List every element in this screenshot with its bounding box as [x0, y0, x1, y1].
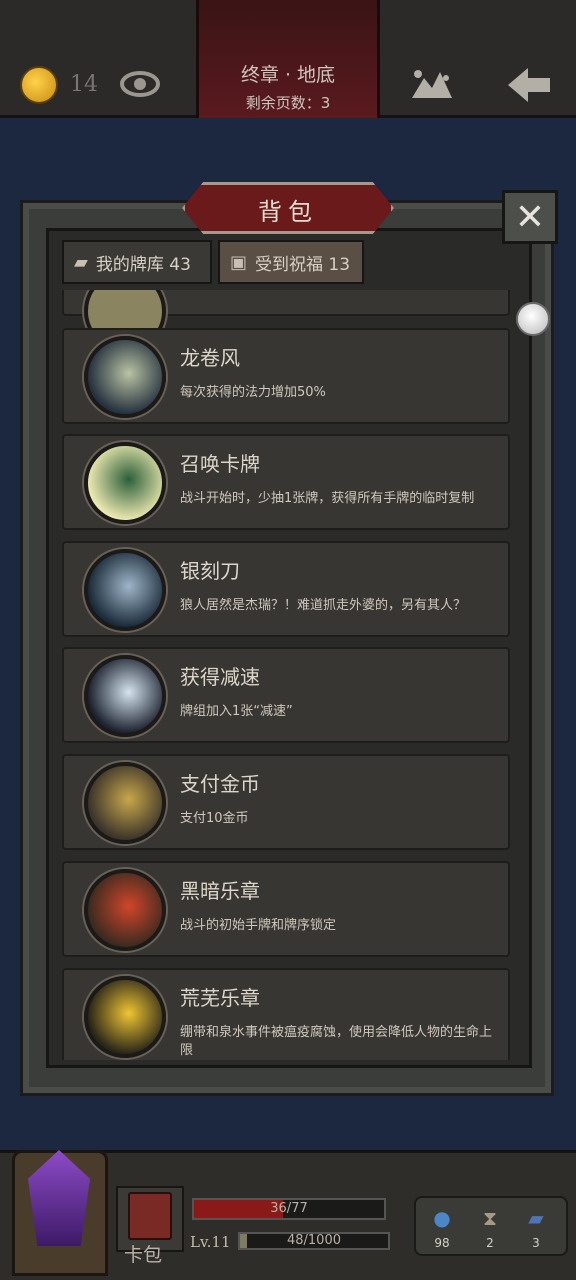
- mana-orb-icon: ●: [433, 1206, 451, 1230]
- coin-count: 14: [70, 72, 98, 97]
- scroll-knob[interactable]: [516, 302, 550, 336]
- slow-clock-icon: [84, 655, 166, 737]
- item-name: 黑暗乐章: [180, 879, 260, 903]
- close-button[interactable]: ✕: [502, 190, 558, 244]
- pages-left: 剩余页数：3: [245, 94, 331, 112]
- item-name: 支付金币: [180, 772, 260, 796]
- item-desc: 战斗开始时，少抽1张牌，获得所有手牌的临时复制: [180, 491, 475, 506]
- blessing-list[interactable]: 龙卷风 每次获得的法力增加50% 召唤卡牌 战斗开始时，少抽1张牌，获得所有手牌…: [62, 290, 512, 1060]
- list-item[interactable]: 黑暗乐章 战斗的初始手牌和牌序锁定: [62, 861, 510, 957]
- list-item[interactable]: [62, 290, 510, 352]
- item-name: 获得减速: [180, 665, 260, 689]
- eye-icon[interactable]: [120, 66, 160, 102]
- item-desc: 支付10金币: [180, 811, 249, 826]
- cards-stat: ▰ 3: [518, 1206, 554, 1250]
- list-item[interactable]: 召唤卡牌 战斗开始时，少抽1张牌，获得所有手牌的临时复制: [62, 434, 510, 530]
- list-item[interactable]: 获得减速 牌组加入1张“减速”: [62, 647, 510, 743]
- item-desc: 战斗的初始手牌和牌序锁定: [180, 918, 337, 933]
- health-text: 36/77: [270, 1201, 308, 1216]
- dark-movement-icon: [84, 869, 166, 951]
- xp-text: 48/1000: [286, 1233, 341, 1248]
- list-item[interactable]: 龙卷风 每次获得的法力增加50%: [62, 328, 510, 424]
- mana-stat: ● 98: [424, 1206, 460, 1250]
- item-name: 银刻刀: [180, 559, 240, 583]
- summon-cards-icon: [84, 442, 166, 524]
- tab-label: 受到祝福 13: [255, 254, 351, 275]
- item-desc: 每次获得的法力增加50%: [180, 385, 326, 400]
- chapter-title: 终章 · 地底: [240, 64, 336, 86]
- barren-movement-icon: [84, 976, 166, 1058]
- tab-label: 我的牌库 43: [95, 254, 191, 275]
- level-label: Lv.11: [190, 1233, 231, 1251]
- item-desc: 牌组加入1张“减速”: [180, 704, 293, 719]
- tornado-icon: [84, 336, 166, 418]
- tab-blessings[interactable]: ▣ 受到祝福 13: [218, 240, 364, 284]
- list-item[interactable]: 银刻刀 狼人居然是杰瑞？！难道抓走外婆的，另有其人？: [62, 541, 510, 637]
- item-desc: 狼人居然是杰瑞？！难道抓走外婆的，另有其人？: [180, 598, 467, 613]
- close-icon: ✕: [514, 196, 546, 238]
- mana-value: 98: [434, 1236, 450, 1250]
- gift-box-icon: ▣: [230, 251, 248, 273]
- hourglass-stat: ⧗ 2: [472, 1206, 508, 1250]
- list-item[interactable]: 支付金币 支付10金币: [62, 754, 510, 850]
- panel-title: 背包: [258, 198, 318, 226]
- card-pack-label: 卡包: [124, 1244, 163, 1266]
- hourglass-icon: ⧗: [482, 1206, 498, 1230]
- back-arrow-icon[interactable]: [506, 64, 552, 106]
- item-name: 召唤卡牌: [180, 452, 260, 476]
- hourglass-value: 2: [486, 1236, 494, 1250]
- pay-gold-icon: [84, 762, 166, 844]
- card-icon: ▰: [74, 251, 88, 273]
- cards-icon: ▰: [528, 1206, 544, 1230]
- coin-icon: [20, 66, 58, 104]
- tab-my-deck[interactable]: ▰ 我的牌库 43: [62, 240, 212, 284]
- silver-knife-icon: [84, 549, 166, 631]
- item-desc: 绷带和泉水事件被瘟疫腐蚀，使用会降低人物的生命上限: [180, 1025, 493, 1058]
- item-name: 龙卷风: [180, 346, 240, 370]
- item-name: 荒芜乐章: [180, 986, 260, 1010]
- map-icon[interactable]: [408, 64, 454, 104]
- list-item[interactable]: 荒芜乐章 绷带和泉水事件被瘟疫腐蚀，使用会降低人物的生命上限: [62, 968, 510, 1060]
- card-pack-icon: [128, 1192, 172, 1240]
- cards-value: 3: [532, 1236, 540, 1250]
